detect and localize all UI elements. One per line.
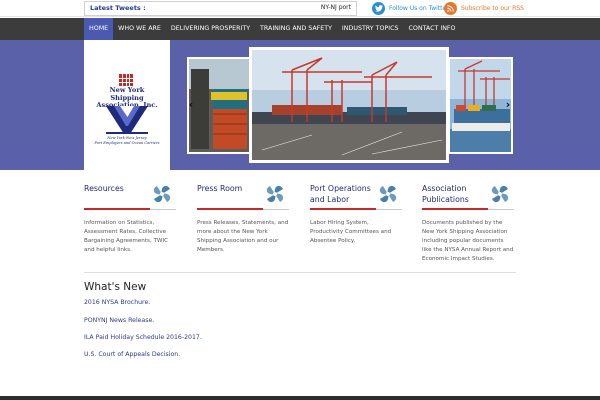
- rss-subscribe-link[interactable]: Subscribe to our RSS: [444, 1, 524, 16]
- chevron-left-icon[interactable]: ‹: [189, 98, 194, 111]
- tweet-ticker-text[interactable]: NY-NJ port: [321, 4, 351, 11]
- feature-underline-rest: [150, 208, 176, 210]
- feature-description: Press Releases, Statements, and more abo…: [197, 220, 289, 253]
- nav-item-who-we-are[interactable]: WHO WE ARE: [113, 18, 166, 40]
- logo-tagline-line2: Port Employers and Ocean Carriers: [94, 140, 160, 145]
- feature-underline: [197, 208, 263, 210]
- feature-underline-rest: [376, 208, 402, 210]
- feature-title[interactable]: Press Room: [197, 183, 259, 194]
- twitter-label[interactable]: Follow Us on Twitter: [389, 5, 449, 12]
- carousel-next-button[interactable]: ›: [503, 99, 513, 111]
- site-logo[interactable]: New York Shipping Association, Inc. New …: [84, 40, 170, 170]
- hero-banner: New York Shipping Association, Inc. New …: [0, 40, 600, 170]
- footer-bar: [0, 396, 600, 400]
- nav-item-training-and-safety[interactable]: TRAINING AND SAFETY: [255, 18, 337, 40]
- feature-underline-rest: [263, 208, 289, 210]
- feature-title[interactable]: Port Operations and Labor: [310, 183, 372, 205]
- propeller-icon: [379, 185, 397, 203]
- latest-tweets-label: Latest Tweets :: [90, 4, 146, 12]
- chevron-right-icon[interactable]: ›: [506, 98, 511, 111]
- logo-emblem-icon: [119, 74, 133, 86]
- twitter-icon[interactable]: [372, 2, 385, 15]
- news-link[interactable]: PONYNJ News Release.: [84, 317, 154, 324]
- container-yard-image: [189, 59, 249, 152]
- latest-tweets-box: Latest Tweets : NY-NJ port: [84, 1, 357, 16]
- carousel-slide-current[interactable]: [249, 47, 449, 163]
- section-divider: [84, 272, 516, 273]
- feature-title[interactable]: Association Publications: [422, 183, 484, 205]
- feature-underline: [422, 208, 488, 210]
- logo-name-line1: New York Shipping: [109, 86, 145, 102]
- logo-tagline: New York-New Jersey Port Employers and O…: [90, 136, 164, 145]
- rss-label[interactable]: Subscribe to our RSS: [461, 5, 524, 12]
- nav-item-home[interactable]: HOME: [84, 18, 114, 40]
- nav-menu: HOME WHO WE ARE DELIVERING PROSPERITY TR…: [84, 18, 460, 40]
- rss-icon[interactable]: [444, 2, 457, 15]
- propeller-icon: [491, 185, 509, 203]
- feature-description: Documents published by the New York Ship…: [422, 220, 514, 262]
- feature-underline: [84, 208, 150, 210]
- main-navigation: HOME WHO WE ARE DELIVERING PROSPERITY TR…: [0, 18, 600, 40]
- twitter-follow-link[interactable]: Follow Us on Twitter: [372, 1, 449, 16]
- feature-title[interactable]: Resources: [84, 183, 146, 194]
- nav-item-industry-topics[interactable]: INDUSTRY TOPICS: [337, 18, 404, 40]
- logo-ship-icon: [106, 106, 148, 134]
- carousel-prev-button[interactable]: ‹: [186, 99, 196, 111]
- news-link[interactable]: U.S. Court of Appeals Decision.: [84, 351, 180, 358]
- top-bar: Latest Tweets : NY-NJ port Follow Us on …: [0, 0, 600, 17]
- news-link[interactable]: ILA Paid Holiday Schedule 2016-2017.: [84, 334, 202, 341]
- propeller-icon: [266, 185, 284, 203]
- feature-underline: [310, 208, 376, 210]
- carousel-slide-previous[interactable]: [187, 57, 251, 154]
- news-link[interactable]: 2016 NYSA Brochure.: [84, 299, 150, 306]
- port-cranes-image: [252, 50, 446, 160]
- nav-item-delivering-prosperity[interactable]: DELIVERING PROSPERITY: [166, 18, 255, 40]
- propeller-icon: [153, 185, 171, 203]
- nav-item-contact-info[interactable]: CONTACT INFO: [403, 18, 460, 40]
- feature-description: Labor Hiring System, Productivity Commit…: [310, 220, 392, 244]
- container-ship-image: [450, 59, 511, 152]
- feature-underline-rest: [488, 208, 514, 210]
- feature-description: Information on Statistics, Assessment Ra…: [84, 220, 169, 253]
- whats-new-heading: What's New: [84, 281, 147, 293]
